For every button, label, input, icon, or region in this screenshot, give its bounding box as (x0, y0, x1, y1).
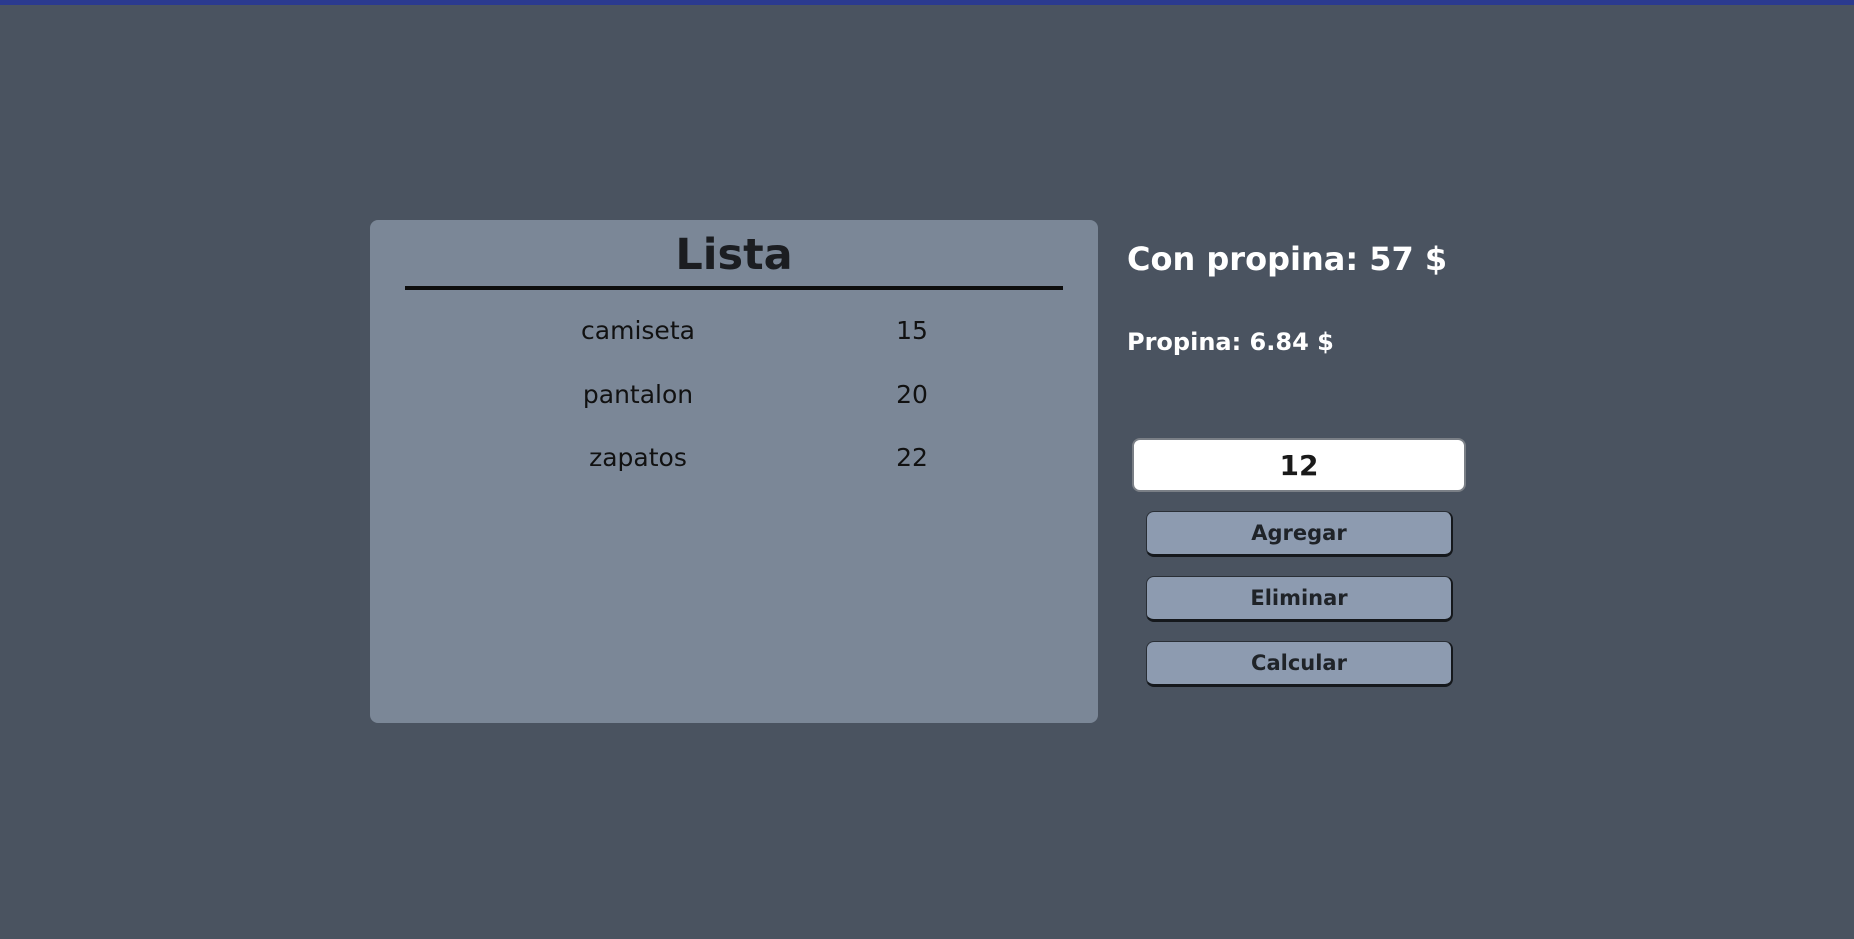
list-item[interactable]: pantalon 20 (370, 376, 1098, 440)
tip-amount: Propina: 6.84 $ (1127, 328, 1334, 356)
list-item[interactable]: camiseta 15 (370, 312, 1098, 376)
remove-button[interactable]: Eliminar (1146, 576, 1453, 622)
add-button[interactable]: Agregar (1146, 511, 1453, 557)
item-name: pantalon (582, 379, 694, 409)
list-panel: Lista camiseta 15 pantalon 20 zapatos 22 (370, 220, 1098, 723)
item-name: zapatos (589, 443, 687, 472)
list-item[interactable]: zapatos 22 (370, 439, 1098, 503)
item-price: 15 (896, 316, 928, 345)
item-price: 20 (896, 379, 928, 409)
value-input[interactable] (1132, 438, 1466, 492)
list-divider (405, 286, 1063, 290)
total-with-tip: Con propina: 57 $ (1127, 240, 1448, 278)
items-list: camiseta 15 pantalon 20 zapatos 22 (370, 312, 1098, 503)
calculate-button[interactable]: Calcular (1146, 641, 1453, 687)
list-title: Lista (675, 230, 793, 280)
totals-panel: Con propina: 57 $ Propina: 6.84 $ (1127, 240, 1448, 356)
item-name: camiseta (581, 316, 695, 345)
item-price: 22 (896, 443, 928, 472)
top-accent-bar (0, 0, 1854, 5)
